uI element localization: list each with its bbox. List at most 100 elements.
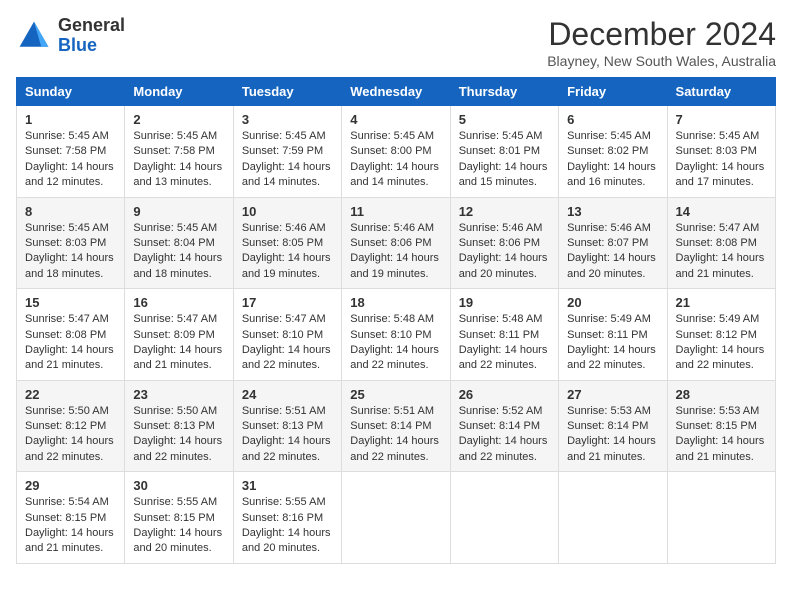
day-number: 14: [676, 204, 767, 219]
table-row: [667, 472, 775, 564]
day-number: 22: [25, 387, 116, 402]
table-row: 29 Sunrise: 5:54 AM Sunset: 8:15 PM Dayl…: [17, 472, 125, 564]
day-info: Sunrise: 5:45 AM Sunset: 8:03 PM Dayligh…: [676, 129, 767, 191]
table-row: 11 Sunrise: 5:46 AM Sunset: 8:06 PM Dayl…: [342, 197, 450, 289]
day-number: 18: [350, 295, 441, 310]
month-title: December 2024: [547, 16, 776, 53]
day-info: Sunrise: 5:50 AM Sunset: 8:12 PM Dayligh…: [25, 404, 116, 466]
header-monday: Monday: [125, 78, 233, 106]
table-row: 25 Sunrise: 5:51 AM Sunset: 8:14 PM Dayl…: [342, 380, 450, 472]
day-info: Sunrise: 5:49 AM Sunset: 8:12 PM Dayligh…: [676, 312, 767, 374]
table-row: 16 Sunrise: 5:47 AM Sunset: 8:09 PM Dayl…: [125, 289, 233, 381]
day-number: 6: [567, 112, 658, 127]
day-info: Sunrise: 5:45 AM Sunset: 8:02 PM Dayligh…: [567, 129, 658, 191]
day-number: 10: [242, 204, 333, 219]
logo-icon: [16, 18, 52, 54]
table-row: [559, 472, 667, 564]
logo: General Blue: [16, 16, 125, 56]
day-number: 26: [459, 387, 550, 402]
table-row: [342, 472, 450, 564]
day-number: 2: [133, 112, 224, 127]
day-info: Sunrise: 5:53 AM Sunset: 8:14 PM Dayligh…: [567, 404, 658, 466]
day-number: 8: [25, 204, 116, 219]
table-row: 13 Sunrise: 5:46 AM Sunset: 8:07 PM Dayl…: [559, 197, 667, 289]
calendar-week-row: 1 Sunrise: 5:45 AM Sunset: 7:58 PM Dayli…: [17, 106, 776, 198]
header-wednesday: Wednesday: [342, 78, 450, 106]
table-row: 1 Sunrise: 5:45 AM Sunset: 7:58 PM Dayli…: [17, 106, 125, 198]
day-info: Sunrise: 5:45 AM Sunset: 7:58 PM Dayligh…: [133, 129, 224, 191]
day-number: 13: [567, 204, 658, 219]
day-info: Sunrise: 5:51 AM Sunset: 8:13 PM Dayligh…: [242, 404, 333, 466]
day-number: 25: [350, 387, 441, 402]
day-info: Sunrise: 5:46 AM Sunset: 8:05 PM Dayligh…: [242, 221, 333, 283]
calendar-week-row: 22 Sunrise: 5:50 AM Sunset: 8:12 PM Dayl…: [17, 380, 776, 472]
logo-blue: Blue: [58, 36, 125, 56]
day-number: 11: [350, 204, 441, 219]
calendar-week-row: 29 Sunrise: 5:54 AM Sunset: 8:15 PM Dayl…: [17, 472, 776, 564]
day-info: Sunrise: 5:52 AM Sunset: 8:14 PM Dayligh…: [459, 404, 550, 466]
table-row: 20 Sunrise: 5:49 AM Sunset: 8:11 PM Dayl…: [559, 289, 667, 381]
day-number: 1: [25, 112, 116, 127]
day-number: 16: [133, 295, 224, 310]
table-row: 14 Sunrise: 5:47 AM Sunset: 8:08 PM Dayl…: [667, 197, 775, 289]
page-header: General Blue December 2024 Blayney, New …: [16, 16, 776, 69]
table-row: 2 Sunrise: 5:45 AM Sunset: 7:58 PM Dayli…: [125, 106, 233, 198]
day-info: Sunrise: 5:45 AM Sunset: 7:59 PM Dayligh…: [242, 129, 333, 191]
title-block: December 2024 Blayney, New South Wales, …: [547, 16, 776, 69]
day-info: Sunrise: 5:48 AM Sunset: 8:10 PM Dayligh…: [350, 312, 441, 374]
table-row: 8 Sunrise: 5:45 AM Sunset: 8:03 PM Dayli…: [17, 197, 125, 289]
table-row: 24 Sunrise: 5:51 AM Sunset: 8:13 PM Dayl…: [233, 380, 341, 472]
table-row: 27 Sunrise: 5:53 AM Sunset: 8:14 PM Dayl…: [559, 380, 667, 472]
table-row: 17 Sunrise: 5:47 AM Sunset: 8:10 PM Dayl…: [233, 289, 341, 381]
calendar-week-row: 15 Sunrise: 5:47 AM Sunset: 8:08 PM Dayl…: [17, 289, 776, 381]
day-number: 15: [25, 295, 116, 310]
day-info: Sunrise: 5:46 AM Sunset: 8:07 PM Dayligh…: [567, 221, 658, 283]
day-number: 20: [567, 295, 658, 310]
table-row: 10 Sunrise: 5:46 AM Sunset: 8:05 PM Dayl…: [233, 197, 341, 289]
table-row: 4 Sunrise: 5:45 AM Sunset: 8:00 PM Dayli…: [342, 106, 450, 198]
header-sunday: Sunday: [17, 78, 125, 106]
table-row: 28 Sunrise: 5:53 AM Sunset: 8:15 PM Dayl…: [667, 380, 775, 472]
logo-text: General Blue: [58, 16, 125, 56]
day-info: Sunrise: 5:45 AM Sunset: 8:01 PM Dayligh…: [459, 129, 550, 191]
day-number: 21: [676, 295, 767, 310]
table-row: 31 Sunrise: 5:55 AM Sunset: 8:16 PM Dayl…: [233, 472, 341, 564]
calendar-week-row: 8 Sunrise: 5:45 AM Sunset: 8:03 PM Dayli…: [17, 197, 776, 289]
header-tuesday: Tuesday: [233, 78, 341, 106]
table-row: 12 Sunrise: 5:46 AM Sunset: 8:06 PM Dayl…: [450, 197, 558, 289]
day-info: Sunrise: 5:50 AM Sunset: 8:13 PM Dayligh…: [133, 404, 224, 466]
day-number: 17: [242, 295, 333, 310]
day-number: 24: [242, 387, 333, 402]
logo-general: General: [58, 16, 125, 36]
table-row: 18 Sunrise: 5:48 AM Sunset: 8:10 PM Dayl…: [342, 289, 450, 381]
day-info: Sunrise: 5:55 AM Sunset: 8:15 PM Dayligh…: [133, 495, 224, 557]
day-number: 31: [242, 478, 333, 493]
day-number: 9: [133, 204, 224, 219]
day-info: Sunrise: 5:47 AM Sunset: 8:08 PM Dayligh…: [25, 312, 116, 374]
header-friday: Friday: [559, 78, 667, 106]
table-row: 7 Sunrise: 5:45 AM Sunset: 8:03 PM Dayli…: [667, 106, 775, 198]
day-info: Sunrise: 5:47 AM Sunset: 8:10 PM Dayligh…: [242, 312, 333, 374]
day-number: 27: [567, 387, 658, 402]
table-row: 15 Sunrise: 5:47 AM Sunset: 8:08 PM Dayl…: [17, 289, 125, 381]
day-number: 19: [459, 295, 550, 310]
day-number: 28: [676, 387, 767, 402]
table-row: 6 Sunrise: 5:45 AM Sunset: 8:02 PM Dayli…: [559, 106, 667, 198]
day-info: Sunrise: 5:49 AM Sunset: 8:11 PM Dayligh…: [567, 312, 658, 374]
day-info: Sunrise: 5:54 AM Sunset: 8:15 PM Dayligh…: [25, 495, 116, 557]
day-info: Sunrise: 5:46 AM Sunset: 8:06 PM Dayligh…: [459, 221, 550, 283]
day-info: Sunrise: 5:45 AM Sunset: 8:03 PM Dayligh…: [25, 221, 116, 283]
day-info: Sunrise: 5:47 AM Sunset: 8:08 PM Dayligh…: [676, 221, 767, 283]
table-row: 22 Sunrise: 5:50 AM Sunset: 8:12 PM Dayl…: [17, 380, 125, 472]
location-subtitle: Blayney, New South Wales, Australia: [547, 53, 776, 69]
day-number: 4: [350, 112, 441, 127]
day-info: Sunrise: 5:48 AM Sunset: 8:11 PM Dayligh…: [459, 312, 550, 374]
table-row: 21 Sunrise: 5:49 AM Sunset: 8:12 PM Dayl…: [667, 289, 775, 381]
table-row: 23 Sunrise: 5:50 AM Sunset: 8:13 PM Dayl…: [125, 380, 233, 472]
day-number: 7: [676, 112, 767, 127]
day-number: 12: [459, 204, 550, 219]
table-row: 5 Sunrise: 5:45 AM Sunset: 8:01 PM Dayli…: [450, 106, 558, 198]
day-number: 30: [133, 478, 224, 493]
table-row: 19 Sunrise: 5:48 AM Sunset: 8:11 PM Dayl…: [450, 289, 558, 381]
calendar-table: Sunday Monday Tuesday Wednesday Thursday…: [16, 77, 776, 564]
